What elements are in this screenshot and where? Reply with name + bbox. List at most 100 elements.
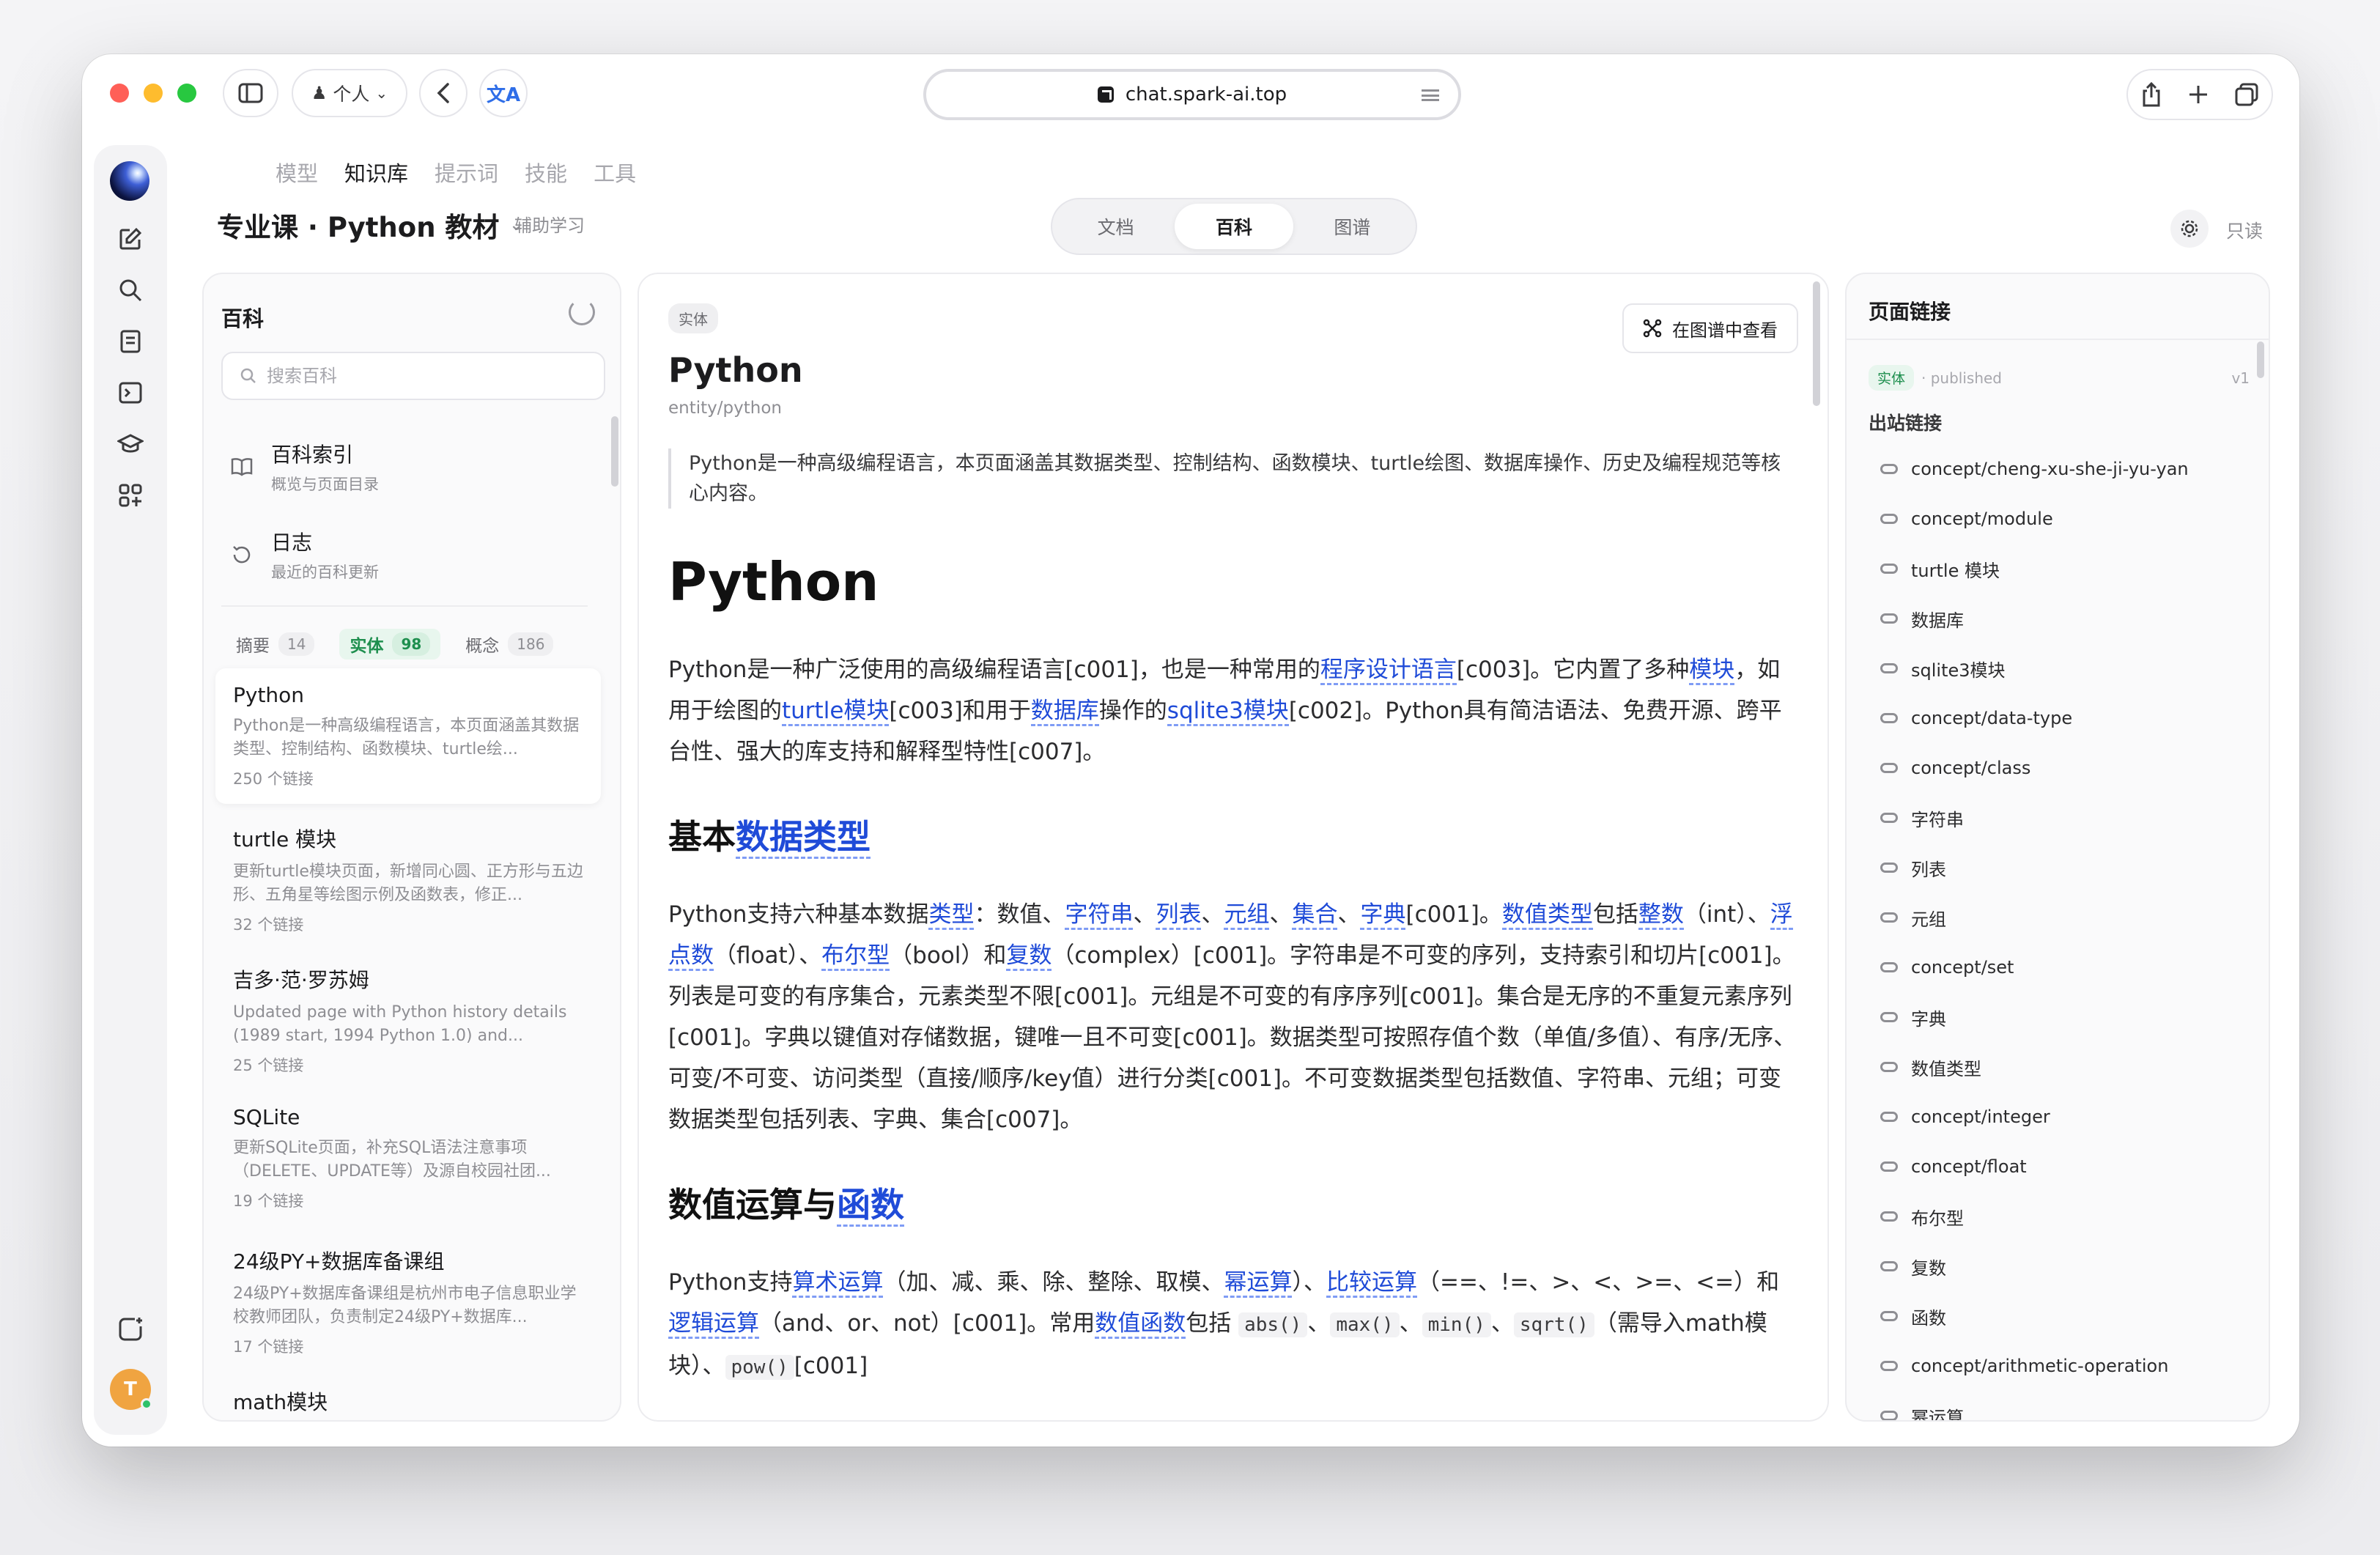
wiki-link[interactable]: 列表 bbox=[1156, 901, 1202, 930]
nav-tools[interactable]: 工具 bbox=[594, 157, 636, 188]
wiki-link[interactable]: turtle模块 bbox=[782, 698, 890, 726]
outbound-link[interactable]: 元组 bbox=[1880, 893, 2247, 942]
outbound-link[interactable]: 数值类型 bbox=[1880, 1042, 2247, 1092]
sidebar-scrollbar[interactable] bbox=[610, 416, 620, 1420]
page-subtitle: 辅助学习 bbox=[514, 215, 585, 236]
wiki-link[interactable]: 数据类型 bbox=[736, 817, 871, 859]
avatar[interactable]: T bbox=[110, 1369, 152, 1410]
view-tabs: 文档 百科 图谱 bbox=[1051, 198, 1417, 255]
wiki-link[interactable]: 类型 bbox=[928, 901, 975, 930]
tab-overview-icon[interactable] bbox=[2234, 82, 2259, 107]
wiki-link[interactable]: 数值类型 bbox=[1501, 901, 1593, 930]
outbound-link[interactable]: concept/data-type bbox=[1880, 693, 2247, 743]
tab-documents[interactable]: 文档 bbox=[1057, 204, 1175, 249]
new-chat-icon[interactable] bbox=[116, 224, 145, 254]
sidebar-toggle-button[interactable] bbox=[223, 69, 278, 117]
wiki-link[interactable]: 数值函数 bbox=[1095, 1310, 1186, 1339]
article-heading: Python bbox=[668, 551, 879, 613]
terminal-icon[interactable] bbox=[116, 378, 145, 407]
outbound-link[interactable]: concept/cheng-xu-she-ji-yu-yan bbox=[1880, 444, 2247, 494]
document-icon[interactable] bbox=[116, 327, 145, 356]
tab-graph[interactable]: 图谱 bbox=[1293, 204, 1411, 249]
search-field[interactable] bbox=[221, 352, 605, 400]
new-window-icon[interactable] bbox=[116, 1315, 145, 1344]
link-icon bbox=[1880, 663, 1898, 673]
filter-concept[interactable]: 概念 186 bbox=[465, 632, 554, 657]
list-item[interactable]: turtle 模块 更新turtle模块页面，新增同心圆、正方形与五边形、五角星… bbox=[215, 809, 601, 950]
outbound-link[interactable]: concept/integer bbox=[1880, 1092, 2247, 1142]
list-item[interactable]: 24级PY+数据库备课组 24级PY+数据库备课组是杭州市电子信息职业学校教师团… bbox=[215, 1231, 601, 1372]
link-icon bbox=[1880, 813, 1898, 823]
wiki-link[interactable]: 逻辑运算 bbox=[668, 1310, 759, 1339]
wiki-link[interactable]: 幂运算 bbox=[1224, 1269, 1293, 1298]
wiki-link[interactable]: 整数 bbox=[1638, 901, 1684, 930]
nav-knowledge-base[interactable]: 知识库 bbox=[344, 157, 408, 188]
outbound-link[interactable]: concept/arithmetic-operation bbox=[1880, 1341, 2247, 1391]
refresh-icon[interactable] bbox=[569, 299, 595, 325]
link-icon bbox=[1880, 514, 1898, 524]
share-icon[interactable] bbox=[2140, 81, 2162, 108]
settings-button[interactable] bbox=[2170, 210, 2209, 248]
wiki-log-link[interactable]: 日志 最近的百科更新 bbox=[230, 522, 582, 588]
filter-summary[interactable]: 摘要 14 bbox=[236, 632, 315, 657]
minimize-window-button[interactable] bbox=[144, 84, 163, 103]
view-in-graph-button[interactable]: 在图谱中查看 bbox=[1622, 303, 1798, 353]
back-button[interactable] bbox=[419, 69, 468, 117]
close-window-button[interactable] bbox=[110, 84, 129, 103]
outbound-link[interactable]: concept/module bbox=[1880, 494, 2247, 544]
wiki-link[interactable]: 数据库 bbox=[1030, 698, 1099, 726]
filter-entity[interactable]: 实体 98 bbox=[339, 629, 441, 660]
wiki-link[interactable]: 字典 bbox=[1360, 901, 1406, 930]
list-item[interactable]: SQLite 更新SQLite页面，补充SQL语法注意事项（DELETE、UPD… bbox=[215, 1090, 601, 1226]
article-paragraph: Python支持六种基本数据类型：数值、字符串、列表、元组、集合、字典[c001… bbox=[668, 901, 1797, 1133]
nav-prompts[interactable]: 提示词 bbox=[435, 157, 498, 188]
outbound-link[interactable]: 列表 bbox=[1880, 843, 2247, 893]
wiki-link[interactable]: sqlite3模块 bbox=[1167, 698, 1289, 726]
outbound-link[interactable]: 复数 bbox=[1880, 1241, 2247, 1291]
apps-grid-icon[interactable] bbox=[116, 481, 145, 510]
wiki-link[interactable]: 元组 bbox=[1224, 901, 1270, 930]
wiki-link[interactable]: 比较运算 bbox=[1326, 1269, 1417, 1298]
graduation-cap-icon[interactable] bbox=[116, 429, 145, 459]
outbound-link[interactable]: 数据库 bbox=[1880, 594, 2247, 643]
profile-switcher[interactable]: ♟ 个人 ⌄ bbox=[292, 69, 407, 117]
outbound-link[interactable]: turtle 模块 bbox=[1880, 544, 2247, 594]
outbound-link[interactable]: concept/float bbox=[1880, 1142, 2247, 1192]
list-item[interactable]: math模块 bbox=[215, 1372, 601, 1420]
outbound-link[interactable]: sqlite3模块 bbox=[1880, 643, 2247, 693]
search-input[interactable] bbox=[267, 366, 589, 386]
nav-skills[interactable]: 技能 bbox=[525, 157, 567, 188]
wiki-link[interactable]: 程序设计语言 bbox=[1320, 657, 1457, 685]
reader-menu-icon[interactable] bbox=[1422, 89, 1439, 101]
outbound-link[interactable]: concept/class bbox=[1880, 743, 2247, 793]
links-scrollbar[interactable] bbox=[2257, 341, 2264, 378]
outbound-link[interactable]: 布尔型 bbox=[1880, 1192, 2247, 1241]
wiki-link[interactable]: 布尔型 bbox=[821, 942, 890, 971]
wiki-index-link[interactable]: 百科索引 概览与页面目录 bbox=[230, 434, 582, 500]
wiki-link[interactable]: 复数 bbox=[1006, 942, 1052, 971]
search-icon[interactable] bbox=[116, 276, 145, 305]
outbound-link[interactable]: 函数 bbox=[1880, 1291, 2247, 1341]
wiki-link[interactable]: 字符串 bbox=[1065, 901, 1134, 930]
wiki-link[interactable]: 函数 bbox=[837, 1185, 904, 1227]
wiki-link[interactable]: 模块 bbox=[1689, 657, 1735, 685]
wiki-link[interactable]: 算术运算 bbox=[792, 1269, 884, 1298]
list-item[interactable]: 吉多·范·罗苏姆 Updated page with Python histor… bbox=[215, 950, 601, 1090]
zoom-window-button[interactable] bbox=[177, 84, 196, 103]
outbound-link[interactable]: concept/set bbox=[1880, 942, 2247, 992]
nav-models[interactable]: 模型 bbox=[276, 157, 318, 188]
article-scrollbar[interactable] bbox=[1813, 281, 1820, 406]
outbound-link-label: 布尔型 bbox=[1911, 1208, 1964, 1229]
new-tab-icon[interactable] bbox=[2187, 84, 2209, 106]
outbound-link[interactable]: 字典 bbox=[1880, 992, 2247, 1042]
wiki-link[interactable]: 集合 bbox=[1292, 901, 1338, 930]
tab-wiki[interactable]: 百科 bbox=[1175, 204, 1293, 249]
knowledge-base-selector[interactable]: 专业课 · Python 教材 ⌄ bbox=[217, 205, 523, 245]
link-icon bbox=[1880, 1411, 1898, 1420]
address-bar[interactable]: chat.spark-ai.top bbox=[923, 69, 1461, 120]
app-logo[interactable] bbox=[110, 161, 149, 201]
outbound-link[interactable]: 字符串 bbox=[1880, 793, 2247, 843]
outbound-link[interactable]: 幂运算 bbox=[1880, 1391, 2247, 1420]
list-item[interactable]: Python Python是一种高级编程语言，本页面涵盖其数据类型、控制结构、函… bbox=[215, 668, 601, 804]
translate-button[interactable]: 文A bbox=[479, 69, 528, 117]
